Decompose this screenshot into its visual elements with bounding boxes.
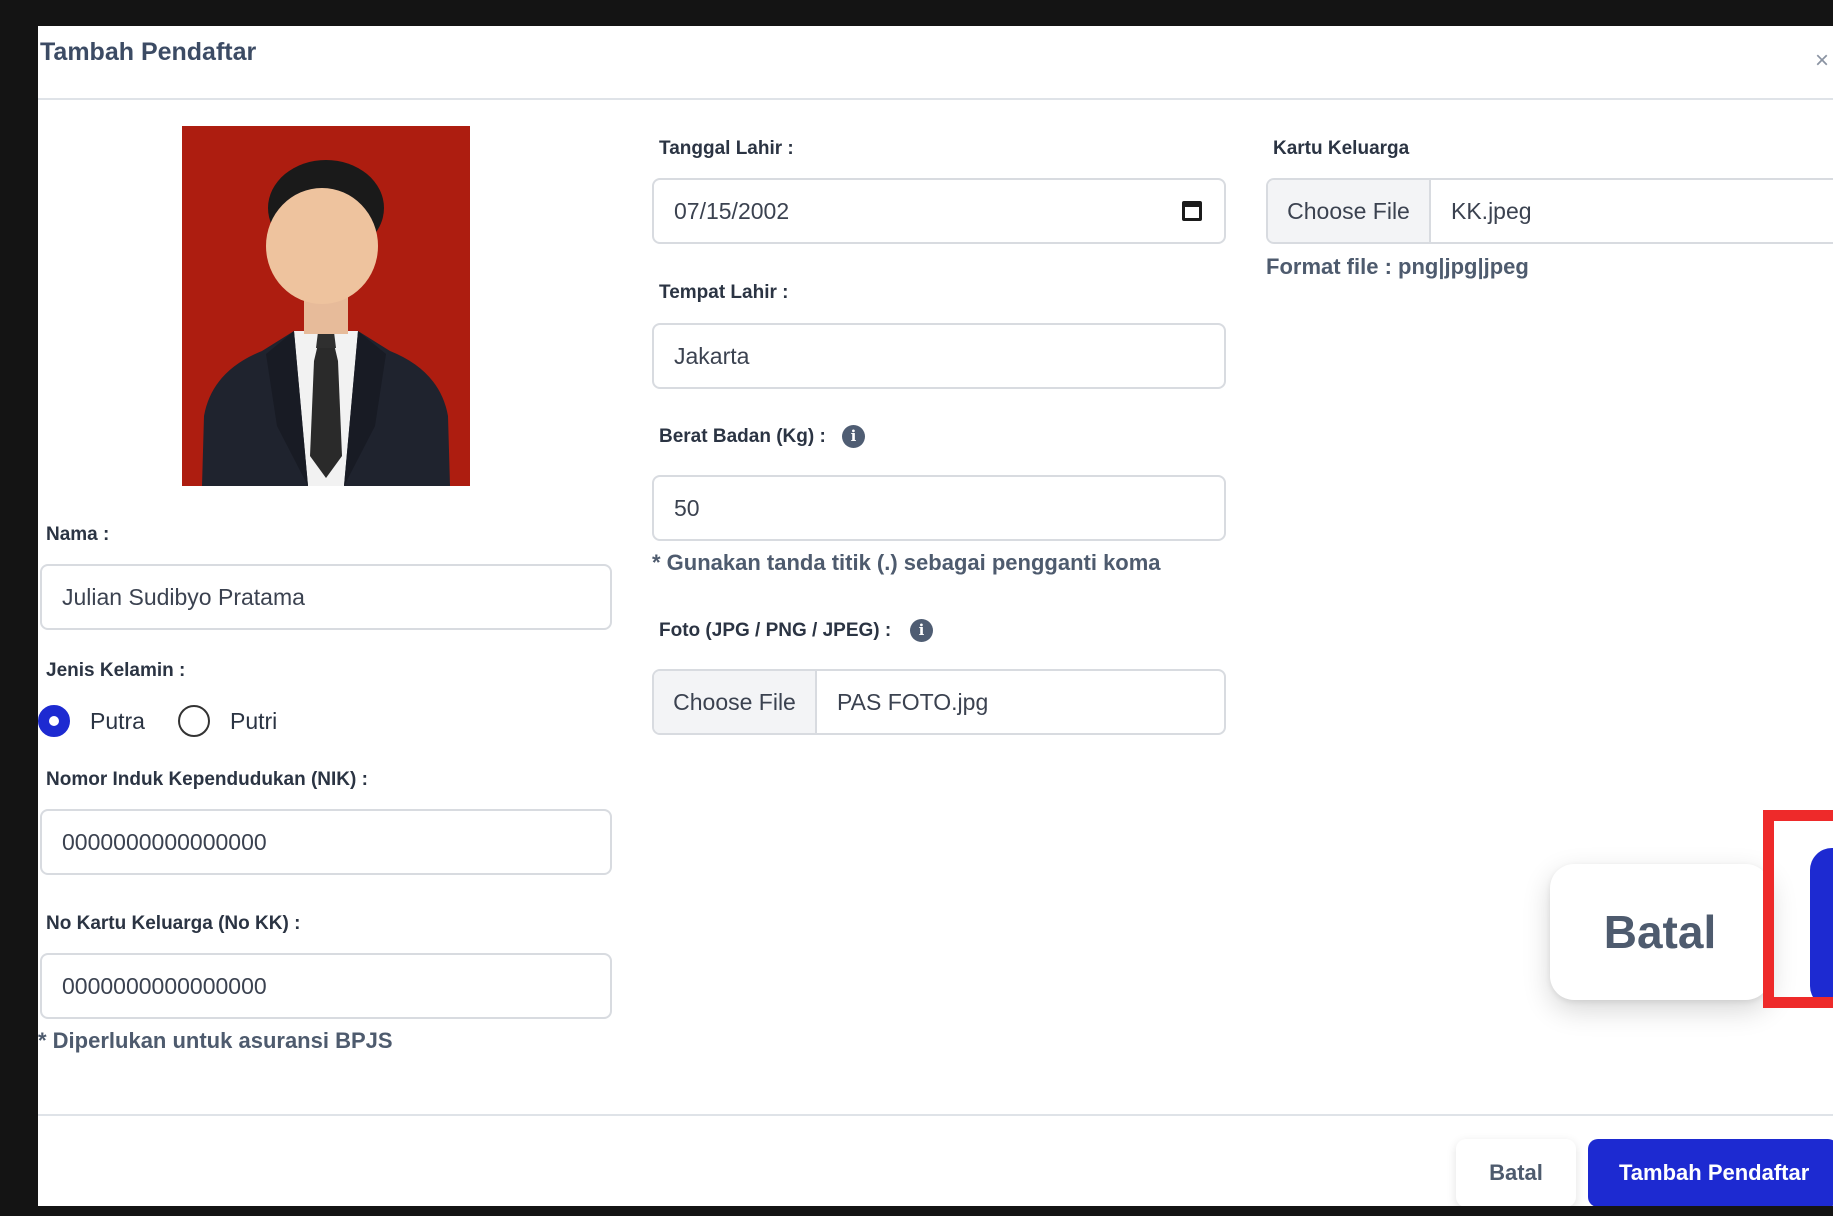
nama-input[interactable]: Julian Sudibyo Pratama [40, 564, 612, 630]
tanggal-lahir-input[interactable]: 07/15/2002 [652, 178, 1226, 244]
zoomed-batal-button[interactable]: Batal [1550, 864, 1770, 1000]
kartu-keluarga-file-input[interactable]: Choose File KK.jpeg [1266, 178, 1833, 244]
nik-value: 0000000000000000 [62, 829, 267, 855]
info-icon[interactable]: i [910, 619, 933, 642]
gender-radio-putra[interactable] [38, 705, 70, 737]
gender-option-putra[interactable]: Putra [90, 708, 145, 735]
nik-label: Nomor Induk Kependudukan (NIK) : [46, 769, 368, 790]
tambah-pendaftar-button[interactable]: Tambah Pendaftar [1588, 1139, 1833, 1206]
modal-dialog: Tambah Pendaftar × Nama : Julian Sudibyo… [38, 26, 1833, 1206]
footer-divider [38, 1114, 1833, 1116]
kk-file-name: KK.jpeg [1451, 198, 1532, 224]
kartu-keluarga-label: Kartu Keluarga [1273, 138, 1410, 159]
gender-radio-putri[interactable] [178, 705, 210, 737]
foto-file-name: PAS FOTO.jpg [837, 689, 989, 715]
berat-badan-input[interactable]: 50 [652, 475, 1226, 541]
tempat-lahir-value: Jakarta [674, 343, 750, 369]
berat-badan-label: Berat Badan (Kg) : [659, 426, 826, 447]
modal-header: Tambah Pendaftar × [38, 26, 1833, 100]
kk-value: 0000000000000000 [62, 973, 267, 999]
berat-badan-value: 50 [674, 495, 700, 521]
tempat-lahir-label: Tempat Lahir : [659, 282, 789, 303]
nama-value: Julian Sudibyo Pratama [62, 584, 305, 610]
kk-label: No Kartu Keluarga (No KK) : [46, 913, 301, 934]
foto-choose-file-button[interactable]: Choose File [654, 671, 817, 733]
tempat-lahir-input[interactable]: Jakarta [652, 323, 1226, 389]
foto-file-input[interactable]: Choose File PAS FOTO.jpg [652, 669, 1226, 735]
kk-input[interactable]: 0000000000000000 [40, 953, 612, 1019]
close-icon[interactable]: × [1807, 46, 1833, 76]
highlight-box [1763, 810, 1833, 1008]
tanggal-lahir-value: 07/15/2002 [674, 198, 790, 224]
modal-title: Tambah Pendaftar [40, 38, 257, 66]
foto-label: Foto (JPG / PNG / JPEG) : [659, 620, 892, 641]
nik-input[interactable]: 0000000000000000 [40, 809, 612, 875]
kk-note: * Diperlukan untuk asuransi BPJS [38, 1028, 393, 1053]
calendar-icon[interactable] [1182, 201, 1202, 221]
gender-option-putri[interactable]: Putri [230, 708, 277, 735]
berat-badan-note: * Gunakan tanda titik (.) sebagai pengga… [652, 550, 1161, 575]
profile-photo-image [182, 126, 470, 486]
gender-label: Jenis Kelamin : [46, 660, 186, 681]
batal-button[interactable]: Batal [1456, 1139, 1576, 1206]
profile-photo [182, 126, 470, 486]
nama-label: Nama : [46, 524, 110, 545]
tanggal-lahir-label: Tanggal Lahir : [659, 138, 794, 159]
format-file-note: Format file : png|jpg|jpeg [1266, 254, 1529, 279]
kk-choose-file-button[interactable]: Choose File [1268, 180, 1431, 242]
info-icon[interactable]: i [842, 425, 865, 448]
